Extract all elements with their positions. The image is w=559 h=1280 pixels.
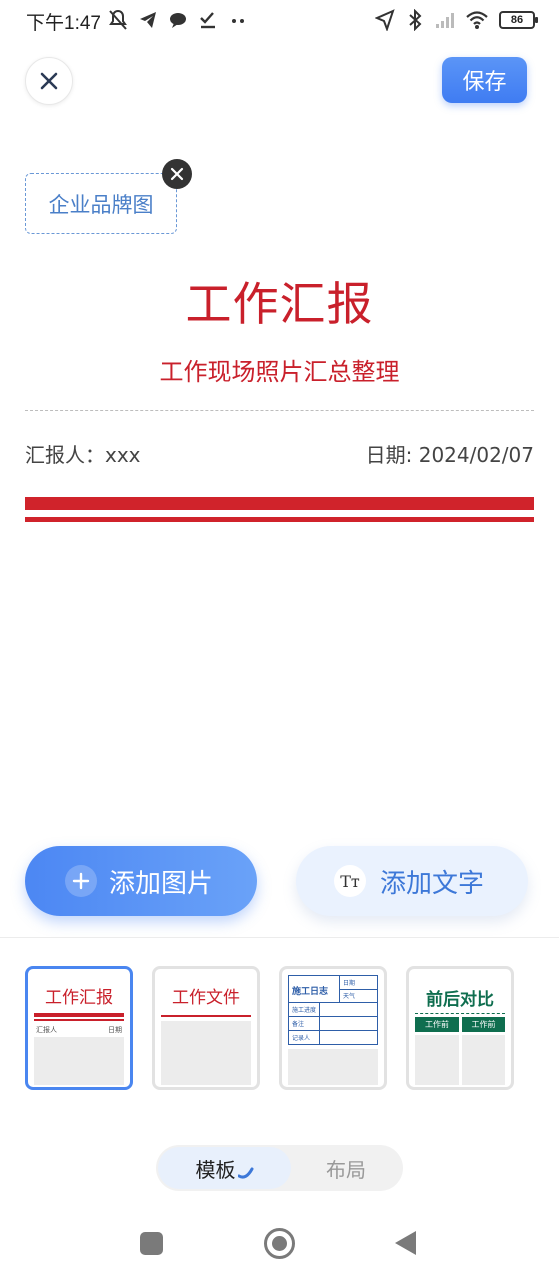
remove-brand-button[interactable] [162,159,192,189]
tab-templates[interactable]: 模板 [158,1147,291,1189]
plus-icon [65,865,97,897]
battery-icon: 86 [499,11,538,29]
bluetooth-icon [409,9,422,31]
more-dots-icon [232,19,244,23]
system-icons: 86 [375,9,538,31]
template-image-area [288,1049,378,1085]
add-image-label: 添加图片 [109,868,214,899]
template-before-after[interactable]: 前后对比 工作前 工作前 [406,966,514,1090]
template-reporter: 汇报人 [36,1026,57,1034]
close-icon [170,167,184,181]
compare-after-label: 工作前 [462,1017,505,1032]
compare-after-image [462,1035,505,1085]
add-text-label: 添加文字 [380,868,485,899]
location-arrow-icon [375,9,395,31]
reporter-label[interactable]: 汇报人：xxx [25,439,141,468]
bell-off-icon [109,9,127,30]
template-title: 工作文件 [172,988,240,1008]
telegram-icon [140,12,156,28]
template-work-file[interactable]: 工作文件 [152,966,260,1090]
template-title: 工作汇报 [45,988,113,1008]
save-button[interactable]: 保存 [442,57,527,103]
header-rule-thick [25,497,534,510]
system-nav-bar [0,1215,559,1275]
log-field-weather: 天气 [343,993,356,1000]
tab-templates-label: 模板 [195,1157,236,1182]
section-divider [0,937,559,938]
document-title[interactable]: 工作汇报 [0,268,559,334]
template-title: 施工日志 [292,987,329,997]
active-indicator-icon [237,1167,253,1179]
wifi-icon [466,11,488,29]
task-check-icon [200,12,215,29]
template-rule [34,1013,124,1017]
log-field-notes: 备注 [292,1021,305,1028]
dashed-divider [25,410,534,411]
add-image-button[interactable]: 添加图片 [25,846,257,916]
template-rule [34,1019,124,1021]
home-icon[interactable] [264,1228,295,1259]
add-text-button[interactable]: Tт 添加文字 [296,846,528,916]
compare-before-label: 工作前 [415,1017,459,1032]
log-field-recorder: 记录人 [292,1035,311,1042]
status-time: 下午1:47 [26,13,101,34]
brand-image-placeholder[interactable]: 企业品牌图 [25,173,177,234]
status-bar: 下午1:47 86 [0,0,559,42]
signal-icon [436,13,454,28]
document-subtitle[interactable]: 工作现场照片汇总整理 [0,352,559,387]
template-date: 日期 [108,1026,122,1034]
template-image-area [34,1037,124,1085]
template-title: 前后对比 [426,990,494,1010]
chat-bubble-icon [170,13,186,28]
tab-layout[interactable]: 布局 [291,1147,401,1189]
template-work-report[interactable]: 工作汇报 汇报人 日期 [25,966,133,1090]
log-field-date: 日期 [343,980,356,987]
template-layout-switch: 模板 布局 [156,1145,403,1191]
compare-before-image [415,1035,459,1085]
template-rule [415,1013,505,1014]
template-image-area [161,1021,251,1085]
notification-icons [108,9,248,31]
back-icon[interactable] [395,1231,416,1255]
text-format-icon: Tт [334,865,366,897]
brand-image-label: 企业品牌图 [48,192,154,217]
close-icon [40,72,58,90]
date-label[interactable]: 日期: 2024/02/07 [366,439,534,468]
header-rule-thin [25,517,534,522]
recents-icon[interactable] [140,1232,163,1255]
log-table: 施工日志 日期 天气 施工进度 备注 记录人 [288,975,378,1045]
template-rule [161,1015,251,1017]
template-construction-log[interactable]: 施工日志 日期 天气 施工进度 备注 记录人 [279,966,387,1090]
close-button[interactable] [25,57,73,105]
log-field-progress: 施工进度 [292,1007,317,1014]
